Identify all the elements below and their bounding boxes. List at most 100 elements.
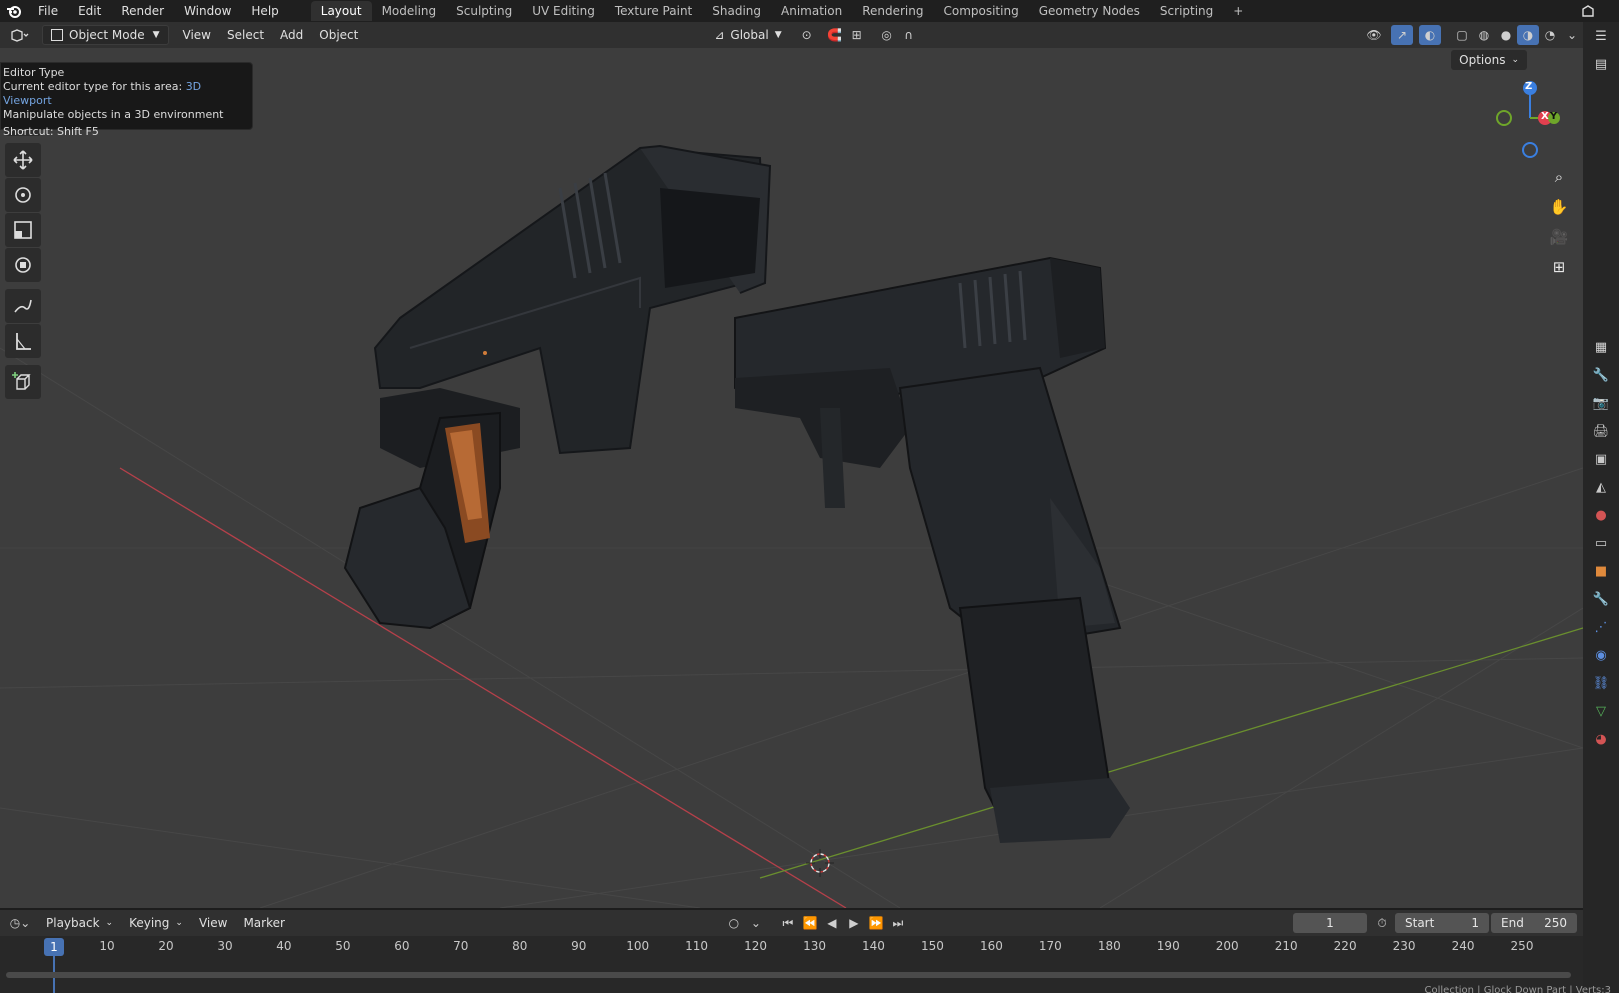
timeline-tick-label: 230	[1392, 939, 1416, 953]
tab-geometry-nodes[interactable]: Geometry Nodes	[1029, 1, 1150, 21]
rendered-shading-icon[interactable]: ◔	[1539, 25, 1561, 45]
tab-uv-editing[interactable]: UV Editing	[522, 1, 605, 21]
menu-file[interactable]: File	[28, 0, 68, 22]
camera-icon[interactable]: 🎥	[1545, 223, 1573, 251]
mode-label: Object Mode	[69, 28, 145, 42]
menu-select[interactable]: Select	[219, 25, 272, 45]
menu-edit[interactable]: Edit	[68, 0, 111, 22]
timeline-tick-label: 30	[217, 939, 233, 953]
scale-tool-icon[interactable]	[5, 213, 41, 247]
overlay-toggle-icon[interactable]: ◐	[1419, 25, 1441, 45]
rotate-tool-icon[interactable]	[5, 178, 41, 212]
timeline-scrollbar[interactable]	[6, 972, 1571, 978]
tab-layout[interactable]: Layout	[310, 1, 372, 21]
grid-icon[interactable]: ⊞	[1545, 253, 1573, 281]
xray-icon[interactable]: ▢	[1451, 25, 1473, 45]
tab-modeling[interactable]: Modeling	[372, 1, 447, 21]
menu-view[interactable]: View	[175, 25, 219, 45]
outliner-editor-icon[interactable]: ☰	[1583, 22, 1619, 50]
properties-editor-icon[interactable]: ▦	[1583, 333, 1619, 361]
menu-render[interactable]: Render	[111, 0, 174, 22]
solid-shading-icon[interactable]: ●	[1495, 25, 1517, 45]
start-frame-field[interactable]: Start 1	[1395, 913, 1489, 933]
end-label: End	[1501, 916, 1524, 930]
annotate-tool-icon[interactable]	[5, 289, 41, 323]
proportional-edit-icon[interactable]: ◎	[876, 25, 898, 45]
output-properties-icon[interactable]: 🖨	[1583, 417, 1619, 445]
keying-set-icon[interactable]: ⌄	[745, 913, 767, 933]
editor-type-icon[interactable]	[6, 25, 34, 45]
shading-options-icon[interactable]: ⌄	[1561, 25, 1583, 45]
view-layer-properties-icon[interactable]: ▣	[1583, 445, 1619, 473]
start-value: 1	[1471, 916, 1479, 930]
tab-compositing[interactable]: Compositing	[933, 1, 1028, 21]
menu-add[interactable]: Add	[272, 25, 311, 45]
tab-rendering[interactable]: Rendering	[852, 1, 933, 21]
options-dropdown[interactable]: Options ⌄	[1451, 50, 1527, 70]
add-cube-tool-icon[interactable]	[5, 365, 41, 399]
next-keyframe-icon[interactable]: ⏩	[865, 913, 887, 933]
render-properties-icon[interactable]: 📷	[1583, 389, 1619, 417]
zoom-icon[interactable]: ⌕	[1545, 163, 1573, 191]
menu-keying[interactable]: Keying ⌄	[121, 913, 191, 933]
object-properties-icon[interactable]: ■	[1583, 557, 1619, 585]
tooltip-line3: Manipulate objects in a 3D environment	[3, 108, 224, 121]
wireframe-shading-icon[interactable]: ◍	[1473, 25, 1495, 45]
timeline-ruler[interactable]: 10 20 30 40 50 60 70 80 90 100 110 120 130 140 150 160 1…	[0, 936, 1583, 960]
tab-sculpting[interactable]: Sculpting	[446, 1, 522, 21]
particles-properties-icon[interactable]: ⋰	[1583, 613, 1619, 641]
jump-start-icon[interactable]: ⏮	[777, 913, 799, 933]
world-properties-icon[interactable]: ●	[1583, 501, 1619, 529]
play-reverse-icon[interactable]: ◀	[821, 913, 843, 933]
transform-tool-icon[interactable]	[5, 248, 41, 282]
menu-playback[interactable]: Playback ⌄	[38, 913, 121, 933]
tab-shading[interactable]: Shading	[702, 1, 771, 21]
pivot-icon[interactable]: ⊙	[796, 25, 818, 45]
collection-properties-icon[interactable]: ▭	[1583, 529, 1619, 557]
timeline-tick-label: 80	[512, 939, 528, 953]
falloff-icon[interactable]: ∩	[898, 25, 920, 45]
outliner-filter-icon[interactable]: ▤	[1583, 50, 1619, 78]
orientation-dropdown[interactable]: ⊿ Global ▼	[706, 25, 789, 45]
visibility-icon[interactable]: 👁	[1363, 25, 1385, 45]
snap-target-icon[interactable]: ⊞	[846, 25, 868, 45]
prev-keyframe-icon[interactable]: ⏪	[799, 913, 821, 933]
add-workspace-button[interactable]: +	[1223, 1, 1253, 21]
blender-logo-icon[interactable]	[0, 0, 28, 22]
measure-tool-icon[interactable]	[5, 324, 41, 358]
jump-end-icon[interactable]: ⏭	[887, 913, 909, 933]
physics-properties-icon[interactable]: ◉	[1583, 641, 1619, 669]
snap-icon[interactable]: 🧲	[824, 25, 846, 45]
menu-help[interactable]: Help	[241, 0, 288, 22]
scene-properties-icon[interactable]: ◭	[1583, 473, 1619, 501]
tool-properties-icon[interactable]: 🔧	[1583, 361, 1619, 389]
current-frame-field[interactable]: 1	[1293, 913, 1367, 933]
play-icon[interactable]: ▶	[843, 913, 865, 933]
hand-icon[interactable]: ✋	[1545, 193, 1573, 221]
scene-selector-icon[interactable]	[1577, 1, 1599, 21]
material-properties-icon[interactable]: ◕	[1583, 725, 1619, 753]
mode-dropdown[interactable]: Object Mode ▼	[42, 25, 169, 45]
end-frame-field[interactable]: End 250	[1491, 913, 1577, 933]
timeline-tick-label: 120	[744, 939, 768, 953]
timeline-body[interactable]: 10 20 30 40 50 60 70 80 90 100 110 120 130 140 150 160 1…	[0, 936, 1583, 993]
constraints-properties-icon[interactable]: ⛓	[1583, 669, 1619, 697]
tab-texture-paint[interactable]: Texture Paint	[605, 1, 702, 21]
move-tool-icon[interactable]	[5, 143, 41, 177]
gizmo-z-label: Z	[1525, 81, 1533, 92]
stopwatch-icon[interactable]: ⏱	[1371, 913, 1393, 933]
menu-timeline-view[interactable]: View	[191, 913, 235, 933]
modifier-properties-icon[interactable]: 🔧	[1583, 585, 1619, 613]
timeline-editor-icon[interactable]: ◷⌄	[6, 913, 34, 933]
current-frame-indicator[interactable]: 1	[44, 938, 64, 956]
tab-animation[interactable]: Animation	[771, 1, 852, 21]
tab-scripting[interactable]: Scripting	[1150, 1, 1223, 21]
data-properties-icon[interactable]: ▽	[1583, 697, 1619, 725]
menu-object[interactable]: Object	[311, 25, 366, 45]
menu-marker[interactable]: Marker	[235, 913, 292, 933]
auto-keying-icon[interactable]: ○	[723, 913, 745, 933]
gizmo-toggle-icon[interactable]: ↗	[1391, 25, 1413, 45]
3d-viewport[interactable]: Z X Y Options ⌄ ⌕ ✋ 🎥 ⊞	[0, 48, 1583, 908]
menu-window[interactable]: Window	[174, 0, 241, 22]
material-shading-icon[interactable]: ◑	[1517, 25, 1539, 45]
